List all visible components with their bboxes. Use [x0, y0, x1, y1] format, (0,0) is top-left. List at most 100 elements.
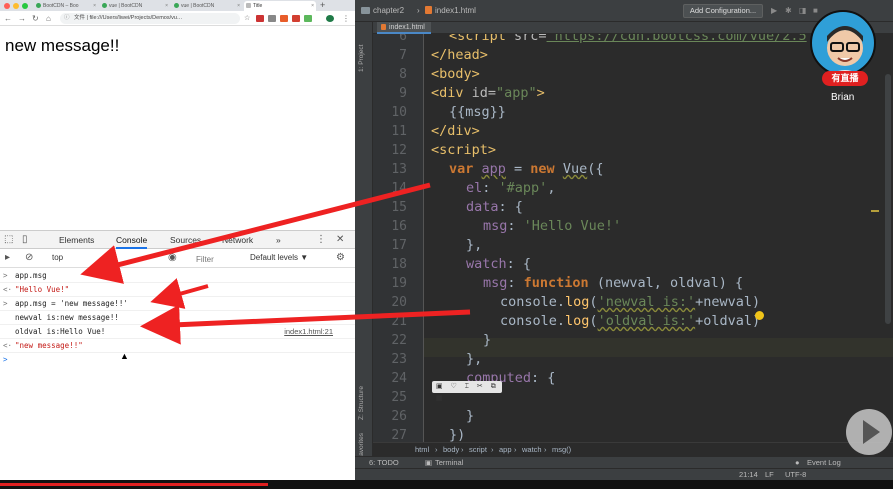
console-text: app.msg = 'new message!!' [15, 299, 128, 308]
tab-label: Title [253, 3, 263, 9]
stop-icon[interactable]: ■ [813, 5, 818, 17]
console-line: > app.msg = 'new message!!' [0, 297, 355, 311]
line-number: 9 [399, 86, 407, 101]
live-badge[interactable]: 有直播 [822, 71, 868, 86]
close-tab-icon[interactable]: × [237, 1, 240, 11]
console-sidebar-icon[interactable]: ▸ [5, 252, 10, 264]
extension-icon[interactable] [292, 15, 300, 22]
coverage-icon[interactable]: ◨ [799, 5, 807, 17]
status-bar: 21:14 LF UTF-8 [355, 468, 893, 480]
browser-tab-4[interactable]: Title × [244, 1, 316, 11]
code-line-16: msg: 'Hello Vue!' [483, 218, 621, 234]
play-icon [863, 420, 880, 444]
editor-scrollbar[interactable] [885, 74, 891, 324]
line-number: 11 [391, 124, 407, 139]
keyword: var [449, 161, 482, 177]
line-separator[interactable]: LF [765, 469, 774, 480]
warning-marker[interactable] [871, 210, 879, 212]
console-filter-input[interactable] [196, 253, 244, 265]
devtools-tab-bar: ⬚ ▯ Elements Console Sources Network » ⋮… [0, 231, 355, 249]
minimize-window-icon[interactable] [13, 3, 19, 9]
url-field[interactable]: ⓘ 文件 | file:///Users/liwei/Projects/Demo… [60, 13, 240, 24]
code-line-8: <body> [431, 66, 480, 82]
console-settings-gear-icon[interactable]: ⚙ [336, 252, 345, 264]
file-breadcrumb[interactable]: index1.html [425, 5, 476, 17]
floating-editor-toolbar[interactable]: ▣ ♡ ⌶ ✂ ⧉ ▦ [432, 381, 502, 402]
tab-elements[interactable]: Elements [59, 231, 94, 249]
bookmark-star-icon[interactable]: ☆ [244, 13, 250, 24]
log-levels-dropdown[interactable]: Default levels ▼ [250, 253, 308, 262]
close-tab-icon[interactable]: × [165, 1, 168, 11]
devtools-panel: ⬚ ▯ Elements Console Sources Network » ⋮… [0, 230, 355, 480]
new-tab-icon[interactable]: + [320, 0, 325, 11]
punctuation: : [507, 275, 524, 291]
browser-tab-3[interactable]: vue | BootCDN × [172, 1, 242, 11]
breadcrumb-app[interactable]: app [499, 444, 512, 456]
breadcrumb-script[interactable]: script [469, 444, 487, 456]
profile-icon[interactable] [326, 15, 334, 22]
extension-icon[interactable] [256, 15, 264, 22]
line-number: 16 [391, 219, 407, 234]
context-selector[interactable]: top [52, 253, 63, 262]
home-icon[interactable]: ⌂ [46, 13, 51, 24]
string-literal: 'Hello Vue!' [523, 218, 622, 234]
project-breadcrumb[interactable]: chapter2 [361, 5, 404, 17]
punctuation: }, [466, 237, 483, 253]
code-line-14: el: '#app', [466, 180, 555, 196]
project-tool-button[interactable]: 1: Project [358, 45, 365, 72]
file-name: index1.html [435, 6, 476, 15]
editor-tab-index1[interactable]: index1.html [377, 22, 431, 34]
console-prompt: > [3, 271, 8, 280]
breadcrumb-body[interactable]: body [443, 444, 459, 456]
html-tag: <div [431, 85, 472, 101]
close-devtools-icon[interactable]: ✕ [336, 234, 344, 246]
file-encoding[interactable]: UTF-8 [785, 469, 806, 480]
console-text: "new message!!" [15, 341, 83, 350]
breadcrumb-html[interactable]: html [415, 444, 429, 456]
punctuation: , [547, 180, 556, 196]
devtools-menu-icon[interactable]: ⋮ [316, 234, 326, 246]
menu-dots-icon[interactable]: ⋮ [342, 13, 350, 24]
streamer-avatar[interactable] [810, 10, 876, 76]
code-line-6: <script src="https://cdn.bootcss.com/vue… [449, 34, 807, 44]
back-icon[interactable]: ← [4, 13, 12, 24]
browser-tab-1[interactable]: BootCDN – Boo × [34, 1, 98, 11]
device-toggle-icon[interactable]: ▯ [22, 234, 28, 246]
debug-icon[interactable]: ✱ [785, 5, 792, 17]
tab-console[interactable]: Console [116, 231, 148, 249]
run-icon[interactable]: ▶ [771, 5, 777, 17]
tab-network[interactable]: Network [222, 231, 253, 249]
console-input-line[interactable]: > [0, 353, 355, 367]
breadcrumb-watch[interactable]: watch [522, 444, 542, 456]
separator-icon: › [417, 6, 420, 15]
breadcrumb-msg[interactable]: msg() [552, 444, 571, 456]
add-configuration-button[interactable]: Add Configuration... [683, 4, 763, 18]
maximize-window-icon[interactable] [22, 3, 28, 9]
code-line-27: }) [449, 427, 465, 442]
extension-icon[interactable] [268, 15, 276, 22]
clear-console-icon[interactable]: ⊘ [25, 252, 33, 264]
line-number: 13 [391, 162, 407, 177]
more-tabs-button[interactable]: » [276, 231, 281, 249]
console-prompt: <· [3, 285, 13, 294]
cdn-url[interactable]: "https://cdn.bootcss.com/vue/2.5 [547, 34, 807, 44]
string-literal: 'oldval is:' [597, 313, 696, 329]
live-expression-eye-icon[interactable]: ◉ [168, 252, 177, 264]
close-tab-icon[interactable]: × [93, 1, 96, 11]
forward-icon[interactable]: → [18, 13, 26, 24]
code-line-12: <script> [431, 142, 496, 158]
extension-icon[interactable] [304, 15, 312, 22]
browser-tab-2[interactable]: vue | BootCDN × [100, 1, 170, 11]
close-window-icon[interactable] [4, 3, 10, 9]
string-literal: 'newval is:' [597, 294, 696, 310]
structure-tool-button[interactable]: Z: Structure [358, 386, 365, 420]
tab-sources[interactable]: Sources [170, 231, 201, 249]
extension-icon[interactable] [280, 15, 288, 22]
caret-position[interactable]: 21:14 [739, 469, 758, 480]
console-source-link[interactable]: index1.html:21 [284, 325, 333, 339]
identifier: console. [500, 313, 566, 329]
inspect-element-icon[interactable]: ⬚ [4, 234, 13, 246]
close-tab-icon[interactable]: × [311, 1, 314, 11]
reload-icon[interactable]: ↻ [32, 13, 39, 24]
intention-bulb-icon[interactable] [755, 311, 764, 320]
